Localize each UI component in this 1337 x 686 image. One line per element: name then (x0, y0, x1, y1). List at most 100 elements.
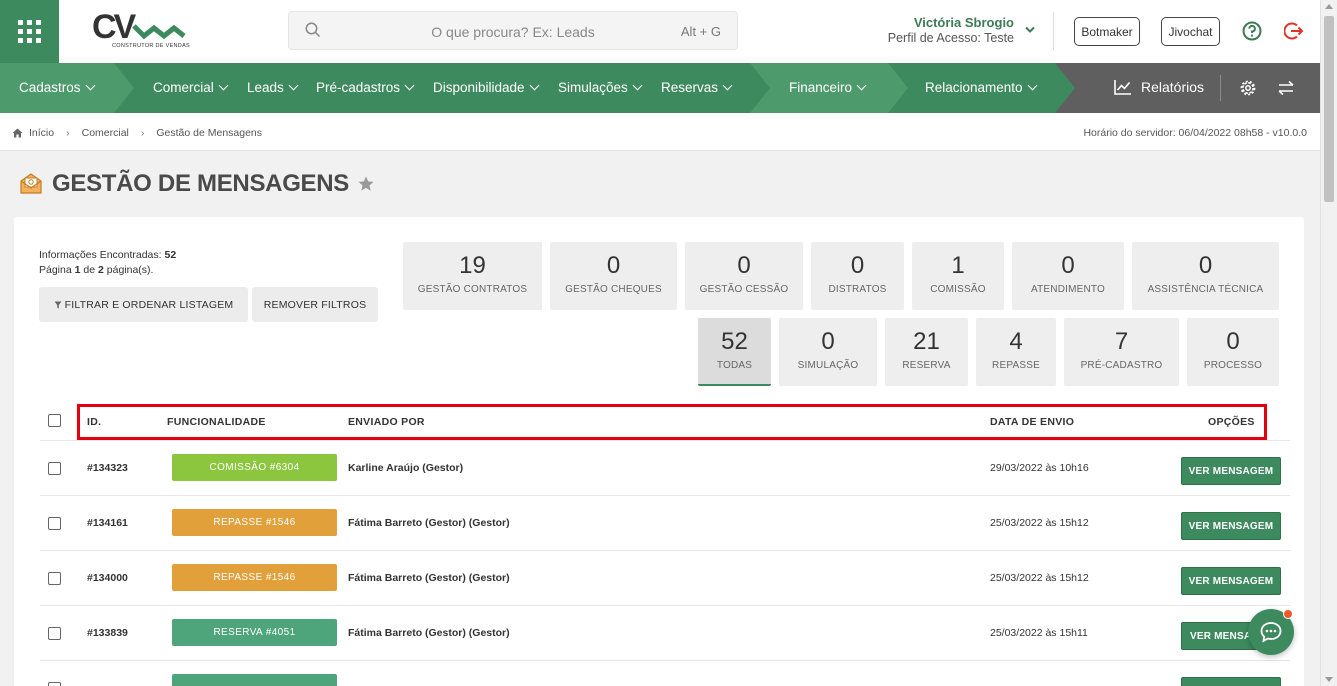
scroll-up-arrow[interactable] (1325, 4, 1333, 9)
row-checkbox[interactable] (48, 462, 61, 475)
breadcrumb-comercial[interactable]: Comercial (82, 127, 129, 139)
stat-processo[interactable]: 0 PROCESSO (1187, 318, 1279, 386)
stat-assistencia-tecnica[interactable]: 0 ASSISTÊNCIA TÉCNICA (1132, 242, 1279, 310)
nav-relatorios-label: Relatórios (1141, 79, 1205, 95)
favorite-star-icon[interactable] (357, 175, 375, 193)
server-time: Horário do servidor: 06/04/2022 08h58 - … (1083, 127, 1307, 139)
scroll-down-arrow[interactable] (1325, 677, 1333, 682)
page-title: GESTÃO DE MENSAGENS (52, 170, 350, 197)
grid-icon (18, 20, 41, 43)
row-checkbox[interactable] (48, 627, 61, 640)
row-id: #133839 (87, 627, 128, 639)
stat-label: PROCESSO (1203, 360, 1263, 371)
nav-disponibilidade[interactable]: Disponibilidade (433, 80, 538, 95)
search-shortcut: Alt + G (680, 24, 721, 39)
view-message-button[interactable] (1181, 677, 1281, 686)
page-current: 1 (74, 264, 81, 276)
stat-todas[interactable]: 52 TODAS (698, 318, 771, 386)
row-sender: Fátima Barreto (Gestor) (Gestor) (348, 572, 510, 584)
chevron-down-icon[interactable] (1025, 26, 1035, 34)
breadcrumb-bar: Início › Comercial › Gestão de Mensagens… (0, 113, 1320, 151)
stat-count: 0 (1061, 252, 1075, 279)
user-menu[interactable]: Victória Sbrogio Perfil de Acesso: Teste (888, 15, 1014, 45)
function-tag[interactable]: REPASSE #1546 (172, 509, 337, 536)
jivochat-button[interactable]: Jivochat (1161, 17, 1220, 46)
stat-gestao-contratos[interactable]: 19 GESTÃO CONTRATOS (403, 242, 542, 310)
stat-reserva[interactable]: 21 RESERVA (885, 318, 968, 386)
stat-atendimento[interactable]: 0 ATENDIMENTO (1012, 242, 1124, 310)
stat-simulacao[interactable]: 0 SIMULAÇÃO (779, 318, 877, 386)
function-tag[interactable]: REPASSE #1546 (172, 564, 337, 591)
row-id: #134000 (87, 572, 128, 584)
vertical-scrollbar[interactable] (1320, 0, 1337, 686)
stat-count: 0 (606, 252, 621, 279)
chat-bubble-icon (1260, 622, 1282, 643)
row-sender: Karline Araújo (Gestor) (348, 462, 464, 474)
stat-gestao-cessao[interactable]: 0 GESTÃO CESSÃO (685, 242, 803, 310)
home-icon (12, 128, 23, 138)
stat-label: REPASSE (992, 360, 1040, 371)
stat-count: 21 (913, 328, 940, 355)
stat-comissao[interactable]: 1 COMISSÃO (912, 242, 1004, 310)
swap-icon[interactable] (1277, 79, 1295, 97)
logo-text: CV (92, 8, 136, 46)
nav-cadastros[interactable]: Cadastros (19, 80, 94, 95)
divider (1220, 75, 1221, 101)
stat-count: 0 (1226, 328, 1240, 355)
function-tag[interactable]: RESERVA #4051 (172, 619, 337, 646)
stat-gestao-cheques[interactable]: 0 GESTÃO CHEQUES (550, 242, 677, 310)
view-message-button[interactable]: VER MENSAGEM (1181, 457, 1281, 485)
stat-repasse[interactable]: 4 REPASSE (976, 318, 1056, 386)
remove-filters-button[interactable]: REMOVER FILTROS (252, 287, 378, 322)
nav-relacionamento[interactable]: Relacionamento (925, 80, 1036, 95)
stat-count: 19 (459, 252, 486, 279)
stat-count: 4 (1009, 328, 1023, 355)
row-checkbox[interactable] (48, 682, 61, 686)
nav-relatorios[interactable]: Relatórios (1114, 79, 1204, 95)
global-search[interactable]: O que procura? Ex: Leads Alt + G (288, 11, 738, 50)
chat-widget-button[interactable] (1248, 609, 1294, 655)
stat-label: GESTÃO CONTRATOS (417, 284, 528, 295)
nav-financeiro[interactable]: Financeiro (789, 80, 865, 95)
select-all-checkbox[interactable] (48, 414, 61, 427)
gear-icon[interactable] (1239, 79, 1257, 97)
results-info: Informações Encontradas: 52 Página 1 de … (39, 248, 176, 278)
view-message-button[interactable]: VER MENSAGEM (1181, 512, 1281, 540)
row-id: #134323 (87, 462, 128, 474)
nav-leads[interactable]: Leads (247, 80, 297, 95)
row-checkbox[interactable] (48, 572, 61, 585)
breadcrumb-separator: › (66, 127, 70, 139)
logo[interactable]: CV CONSTRUTOR DE VENDAS (92, 8, 192, 52)
chart-line-icon (1114, 80, 1131, 95)
logout-icon[interactable] (1284, 21, 1304, 41)
page-prefix: Página (39, 264, 72, 276)
page-suffix: página(s). (106, 264, 154, 276)
table-row: #134323 COMISSÃO #6304 Karline Araújo (G… (40, 440, 1290, 495)
stat-pre-cadastro[interactable]: 7 PRÉ-CADASTRO (1064, 318, 1179, 386)
logo-wave-icon (132, 24, 186, 40)
botmaker-button[interactable]: Botmaker (1074, 17, 1140, 46)
row-sender: Fátima Barreto (Gestor) (Gestor) (348, 627, 510, 639)
user-profile: Perfil de Acesso: Teste (887, 31, 1014, 45)
nav-pre-cadastros[interactable]: Pré-cadastros (316, 80, 413, 95)
function-tag[interactable] (172, 674, 337, 686)
stat-count: 0 (737, 252, 751, 279)
scroll-thumb[interactable] (1324, 16, 1334, 202)
nav-reservas[interactable]: Reservas (661, 80, 731, 95)
stat-distratos[interactable]: 0 DISTRATOS (811, 242, 904, 310)
filter-sort-button[interactable]: FILTRAR E ORDENAR LISTAGEM (39, 287, 248, 322)
top-header: CV CONSTRUTOR DE VENDAS O que procura? E… (0, 0, 1320, 63)
help-icon[interactable] (1242, 21, 1262, 41)
nav-simulacoes[interactable]: Simulações (558, 80, 641, 95)
breadcrumb-separator: › (140, 127, 145, 139)
view-message-button[interactable]: VER MENSAGEM (1181, 567, 1281, 595)
function-tag[interactable]: COMISSÃO #6304 (172, 454, 337, 481)
apps-menu-button[interactable] (0, 0, 59, 63)
stat-label: ASSISTÊNCIA TÉCNICA (1147, 284, 1264, 295)
messages-icon (20, 173, 42, 194)
filter-icon (54, 301, 62, 308)
nav-comercial[interactable]: Comercial (153, 80, 227, 95)
row-checkbox[interactable] (48, 517, 61, 530)
stat-label: COMISSÃO (930, 284, 986, 295)
breadcrumb-inicio[interactable]: Início (29, 127, 54, 139)
